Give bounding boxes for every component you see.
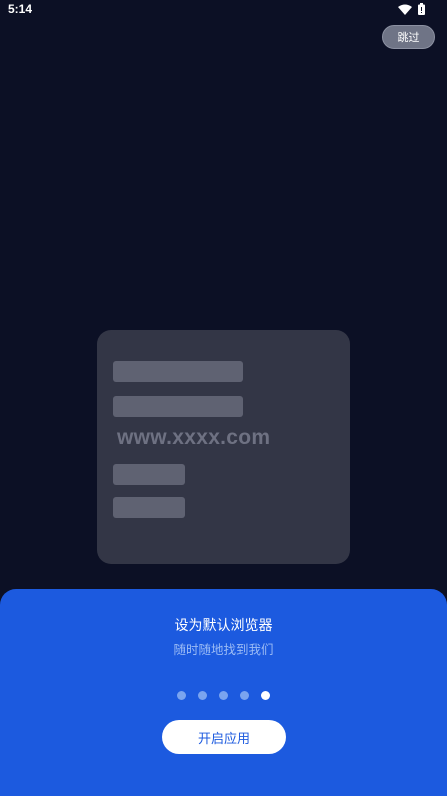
status-bar: 5:14 — [0, 0, 447, 22]
placeholder-bar — [113, 497, 185, 518]
page-dot — [177, 691, 186, 700]
browser-illustration: www.xxxx.com — [97, 330, 350, 564]
skip-button[interactable]: 跳过 — [382, 25, 435, 49]
sheet-title: 设为默认浏览器 — [174, 618, 273, 634]
battery-icon — [418, 3, 425, 15]
sheet-subtitle: 随时随地找到我们 — [173, 642, 274, 657]
placeholder-bar — [113, 361, 243, 382]
onboarding-sheet: 设为默认浏览器 随时随地找到我们 开启应用 — [0, 589, 447, 796]
status-icons — [398, 3, 425, 15]
page-dot — [219, 691, 228, 700]
page-dot — [240, 691, 249, 700]
page-dot — [198, 691, 207, 700]
page-indicator — [0, 691, 447, 700]
url-text: www.xxxx.com — [117, 426, 271, 449]
placeholder-bar — [113, 464, 185, 485]
placeholder-bar — [113, 396, 243, 417]
status-time: 5:14 — [8, 2, 33, 16]
page-dot-active — [261, 691, 270, 700]
start-app-button[interactable]: 开启应用 — [162, 720, 286, 754]
wifi-icon — [398, 4, 412, 15]
